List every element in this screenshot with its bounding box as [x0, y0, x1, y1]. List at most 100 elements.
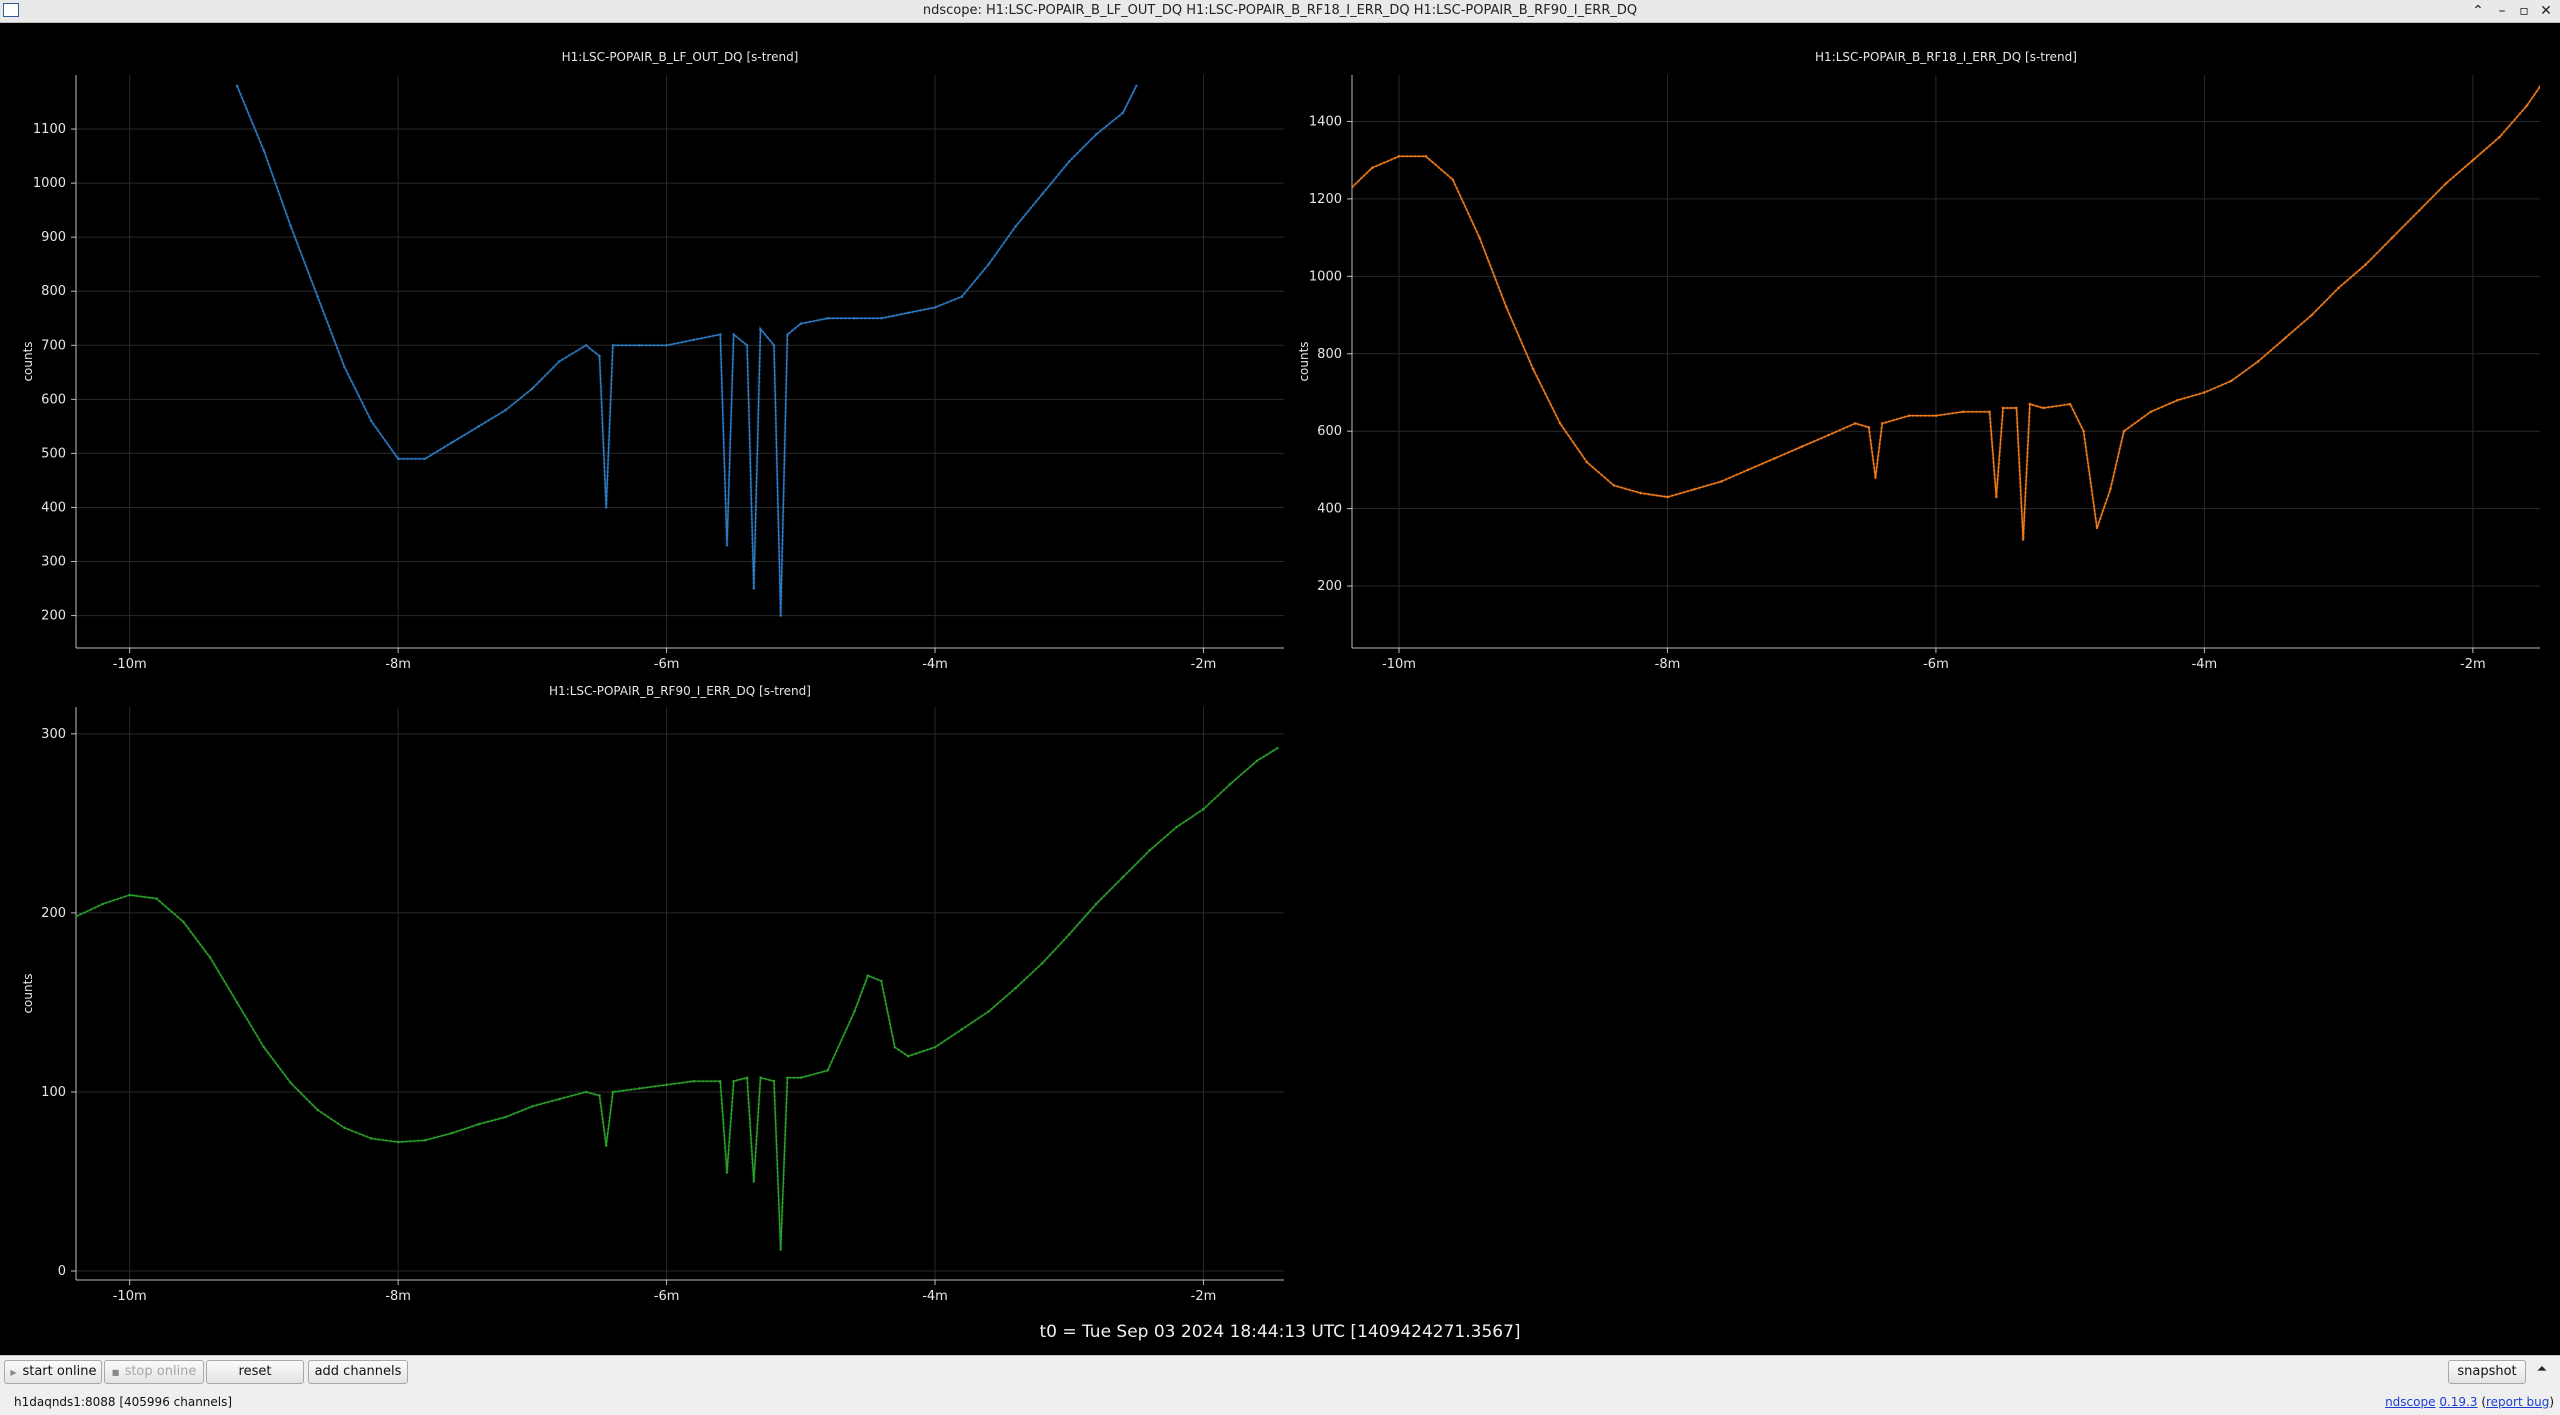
data-point	[262, 1046, 266, 1049]
data-point	[1827, 433, 1830, 437]
data-point	[692, 1080, 695, 1083]
data-point	[2364, 263, 2367, 266]
data-point	[2337, 286, 2340, 290]
data-point	[235, 84, 239, 88]
y-axis-label: counts	[1297, 341, 1311, 381]
server-status: h1daqnds1:8088 [405996 channels]	[14, 1395, 233, 1409]
data-point	[799, 322, 802, 325]
data-point	[1907, 414, 1911, 417]
data-point	[880, 979, 883, 983]
data-point	[2283, 337, 2287, 340]
data-point	[933, 1046, 937, 1049]
data-point	[1229, 782, 1232, 786]
data-point	[235, 1001, 239, 1004]
x-tick-label: -10m	[1382, 657, 1416, 672]
window-title: ndscope: H1:LSC-POPAIR_B_LF_OUT_DQ H1:LS…	[922, 3, 1638, 18]
y-axis-label: counts	[21, 973, 35, 1013]
data-point	[1666, 495, 1669, 499]
y-tick-label: 0	[58, 1264, 66, 1279]
reset-button[interactable]: reset	[206, 1360, 304, 1384]
data-point	[960, 1028, 964, 1031]
y-tick-label: 100	[41, 1085, 66, 1100]
data-point	[786, 1076, 789, 1079]
y-tick-label: 1400	[1309, 114, 1342, 129]
data-point	[611, 344, 615, 347]
data-point	[779, 614, 782, 617]
data-point	[1014, 225, 1017, 228]
data-point	[752, 587, 756, 590]
data-point	[1175, 825, 1178, 829]
data-point	[906, 1054, 910, 1058]
data-point	[2310, 313, 2313, 317]
data-point	[504, 408, 507, 412]
snapshot-button[interactable]: snapshot	[2448, 1360, 2526, 1384]
y-tick-label: 700	[41, 338, 66, 353]
data-point	[289, 225, 292, 228]
x-tick-label: -2m	[1191, 1289, 1217, 1304]
data-point	[1135, 84, 1138, 88]
data-point	[826, 317, 829, 320]
data-point	[719, 1080, 722, 1083]
data-point	[1094, 133, 1098, 136]
data-point	[1255, 759, 1259, 762]
minimize-button[interactable]: –	[2492, 1, 2512, 21]
data-point	[289, 1081, 292, 1085]
data-point	[2042, 406, 2045, 410]
x-tick-label: -6m	[654, 657, 680, 672]
data-point	[638, 344, 641, 347]
y-tick-label: 200	[41, 609, 66, 624]
data-point	[745, 344, 749, 347]
y-tick-label: 1100	[33, 122, 66, 137]
data-point	[1148, 849, 1151, 852]
data-point	[1041, 192, 1044, 196]
data-point	[128, 893, 131, 897]
data-point	[477, 1123, 480, 1126]
data-point	[1585, 460, 1589, 464]
data-point	[1881, 422, 1884, 425]
plot-area[interactable]: H1:LSC-POPAIR_B_LF_OUT_DQ [s-trend] -10m -…	[0, 23, 2560, 1353]
expand-icon[interactable]: ⏶	[2532, 1362, 2552, 1382]
data-point	[450, 441, 454, 444]
stop-icon: ■	[111, 1368, 120, 1377]
data-point	[725, 544, 729, 547]
t0-label: t0 = Tue Sep 03 2024 18:44:13 UTC [14094…	[1039, 1322, 1521, 1342]
data-point	[558, 1097, 561, 1101]
data-point	[1276, 746, 1279, 750]
data-point	[732, 1080, 735, 1083]
data-point	[598, 1094, 601, 1097]
add-channels-button[interactable]: add channels	[308, 1360, 408, 1384]
plot-canvas[interactable]: H1:LSC-POPAIR_B_LF_OUT_DQ [s-trend] -10m -…	[0, 23, 2560, 1353]
data-point	[598, 354, 601, 358]
play-icon: ▶	[10, 1368, 17, 1377]
data-point	[531, 1105, 534, 1108]
data-point	[477, 425, 480, 428]
stop-online-button: ■ stop online	[104, 1360, 204, 1384]
data-point	[1874, 476, 1877, 479]
data-point	[2498, 135, 2501, 139]
start-online-button[interactable]: ▶ start online	[4, 1360, 102, 1384]
y-tick-label: 200	[41, 906, 66, 921]
maximize-button[interactable]: ▫	[2514, 1, 2534, 21]
data-point	[343, 365, 346, 369]
data-point	[665, 1083, 668, 1087]
data-point	[1854, 422, 1857, 425]
data-point	[893, 1046, 896, 1049]
keep-above-button[interactable]: ⌃	[2468, 1, 2488, 21]
app-link[interactable]: ndscope	[2385, 1395, 2435, 1409]
y-tick-label: 800	[1317, 347, 1342, 362]
y-tick-label: 1000	[1309, 269, 1342, 284]
data-point	[786, 333, 789, 336]
x-tick-label: -8m	[385, 657, 411, 672]
data-point	[2021, 538, 2025, 541]
data-point	[2230, 379, 2233, 383]
report-bug-link[interactable]: report bug	[2486, 1395, 2549, 1409]
data-point	[1719, 480, 1723, 483]
version-info: ndscope 0.19.3 (report bug)	[2385, 1395, 2554, 1409]
version-link[interactable]: 0.19.3	[2439, 1395, 2477, 1409]
data-point	[611, 1090, 615, 1094]
y-tick-label: 400	[41, 500, 66, 515]
x-tick-label: -4m	[2192, 657, 2218, 672]
data-point	[1068, 160, 1071, 163]
close-button[interactable]: ✕	[2536, 1, 2556, 21]
data-point	[343, 1126, 346, 1129]
